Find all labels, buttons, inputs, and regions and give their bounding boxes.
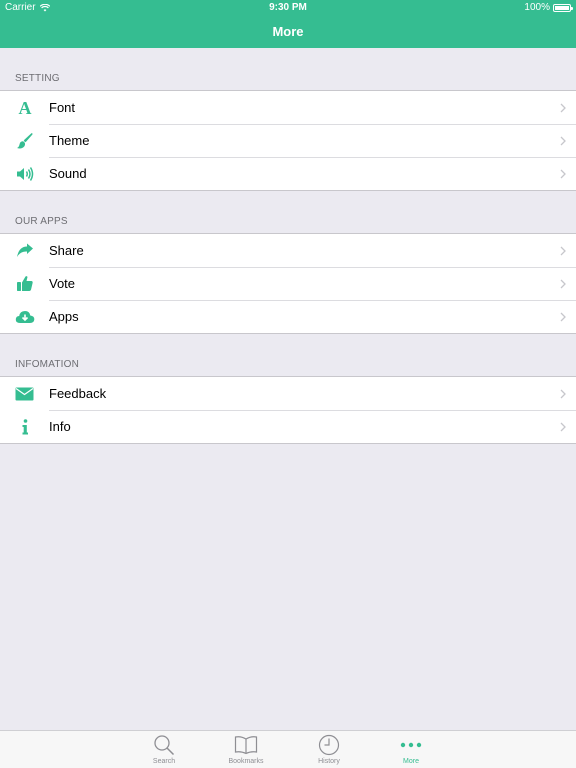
row-apps-label: Apps <box>49 309 79 324</box>
settings-list: SETTING A Font Theme Sound OUR APPS Shar… <box>0 48 576 444</box>
row-theme-label: Theme <box>49 133 90 148</box>
tab-bookmarks[interactable]: Bookmarks <box>216 733 276 767</box>
row-share[interactable]: Share <box>0 234 576 267</box>
section-header-setting: SETTING <box>15 73 60 84</box>
section-header-infomation: INFOMATION <box>15 359 80 370</box>
row-font-label: Font <box>49 100 76 115</box>
tab-search[interactable]: Search <box>134 733 194 767</box>
row-vote[interactable]: Vote <box>0 267 576 300</box>
nav-bar: More <box>0 16 576 48</box>
clock-time: 9:30 PM <box>269 2 307 13</box>
group-our-apps: Share Vote Apps <box>0 233 576 334</box>
battery-info: 100% <box>524 2 573 13</box>
page-title: More <box>272 24 304 39</box>
thumbs-up-icon <box>0 267 49 300</box>
tab-search-label: Search <box>152 758 176 765</box>
row-apps[interactable]: Apps <box>0 300 576 333</box>
battery-percent: 100% <box>524 2 550 13</box>
search-icon <box>134 733 194 757</box>
chevron-right-icon <box>550 136 576 146</box>
row-vote-label: Vote <box>49 276 76 291</box>
clock-icon <box>299 733 359 757</box>
row-font[interactable]: A Font <box>0 91 576 124</box>
book-icon <box>216 733 276 757</box>
tab-bookmarks-label: Bookmarks <box>228 758 264 765</box>
row-sound-label: Sound <box>49 166 87 181</box>
row-info-label: Info <box>49 419 71 434</box>
tab-history-label: History <box>318 758 340 765</box>
chevron-right-icon <box>550 279 576 289</box>
section-header-our-apps: OUR APPS <box>15 216 68 227</box>
group-infomation: Feedback Info <box>0 376 576 444</box>
chevron-right-icon <box>550 389 576 399</box>
status-bar: Carrier 9:30 PM 100% <box>0 0 576 16</box>
tab-history[interactable]: History <box>299 733 359 767</box>
row-feedback[interactable]: Feedback <box>0 377 576 410</box>
row-feedback-label: Feedback <box>49 386 107 401</box>
chevron-right-icon <box>550 422 576 432</box>
group-setting: A Font Theme Sound <box>0 90 576 191</box>
row-info[interactable]: Info <box>0 410 576 443</box>
chevron-right-icon <box>550 103 576 113</box>
row-sound[interactable]: Sound <box>0 157 576 190</box>
speaker-icon <box>0 157 49 190</box>
cloud-download-icon <box>0 300 49 333</box>
battery-icon <box>553 3 573 12</box>
row-theme[interactable]: Theme <box>0 124 576 157</box>
tab-more[interactable]: More <box>381 733 441 767</box>
chevron-right-icon <box>550 246 576 256</box>
chevron-right-icon <box>550 169 576 179</box>
brush-icon <box>0 124 49 157</box>
row-share-label: Share <box>49 243 84 258</box>
envelope-icon <box>0 377 49 410</box>
share-icon <box>0 234 49 267</box>
chevron-right-icon <box>550 312 576 322</box>
font-icon: A <box>0 91 49 124</box>
tab-more-label: More <box>403 758 419 765</box>
svg-text:A: A <box>18 100 31 116</box>
tab-bar: Search Bookmarks History More <box>0 730 576 768</box>
info-icon <box>0 410 49 443</box>
more-dots-icon <box>381 733 441 757</box>
